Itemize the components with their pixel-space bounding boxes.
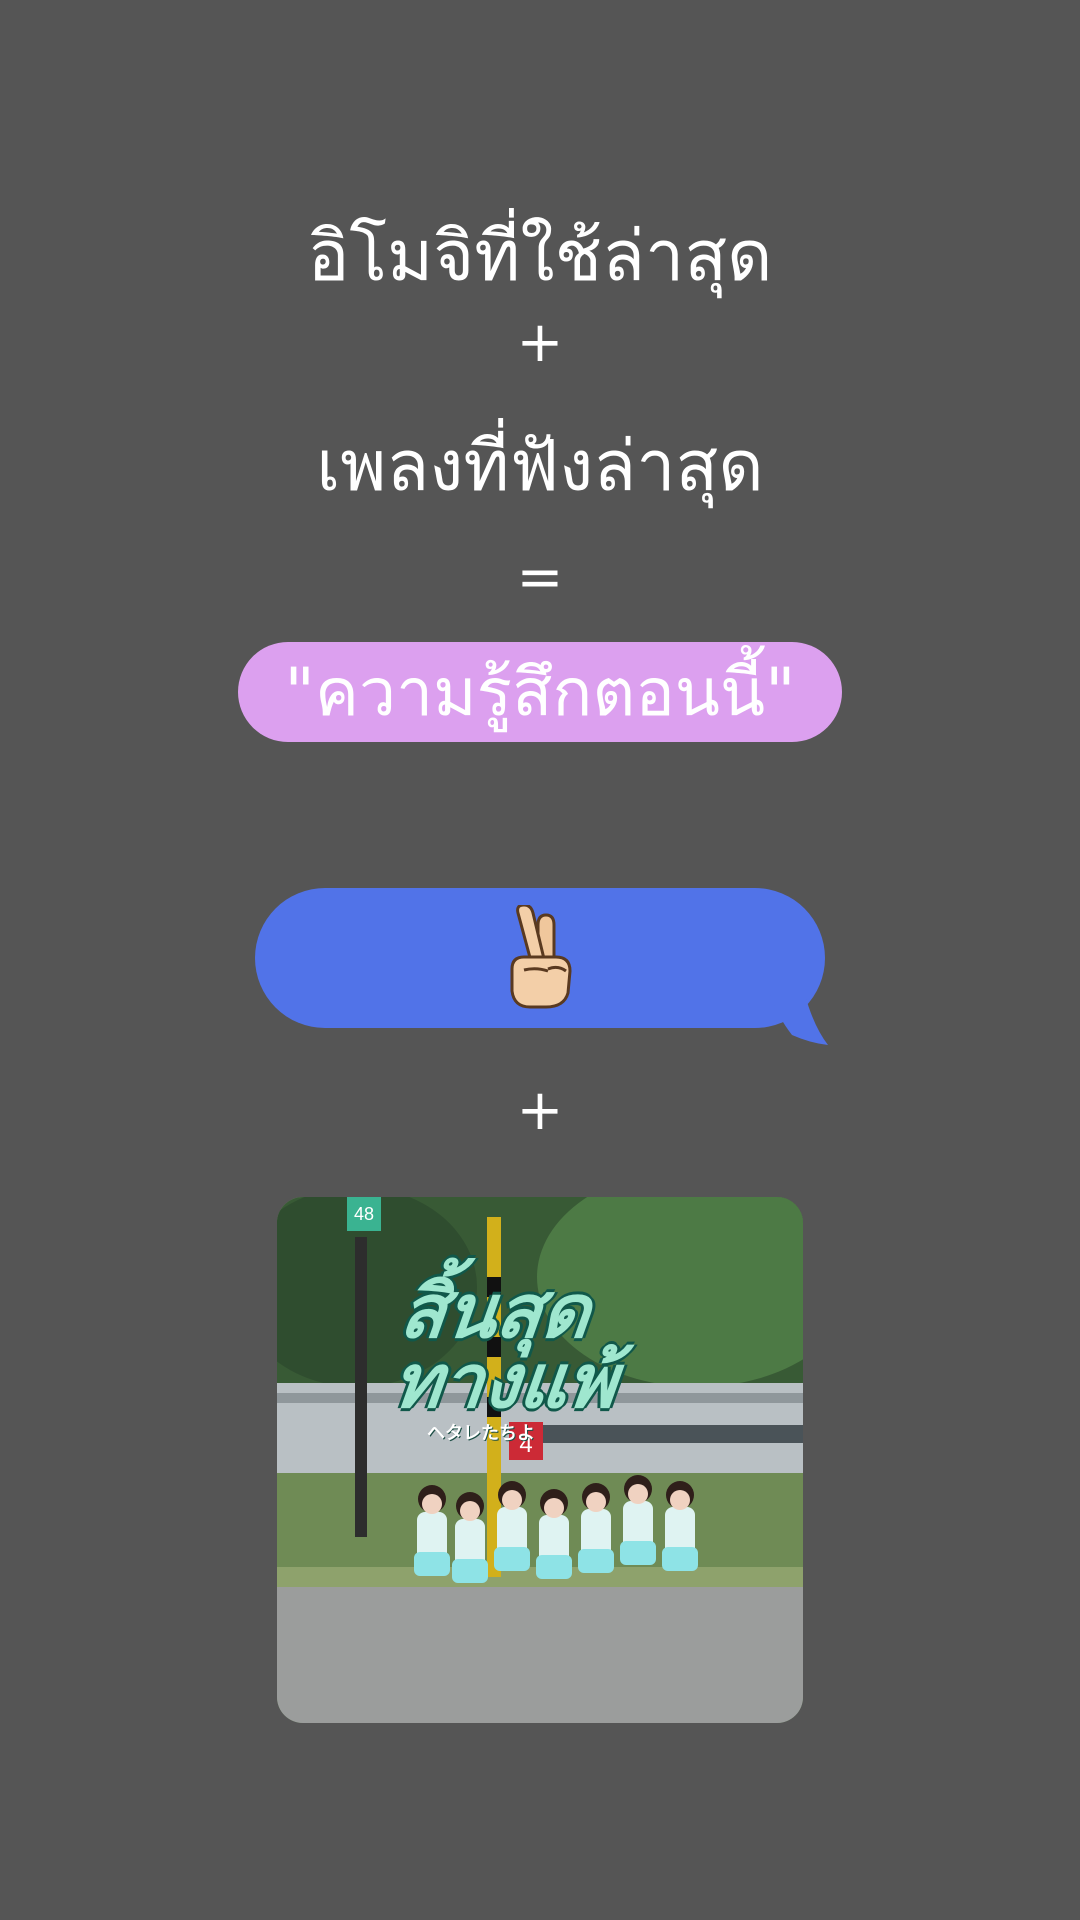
equals-sign: = [516,545,564,610]
album-title-text: สิ้นสุด ทางแพ้ [388,1269,705,1426]
victory-hand-icon [510,905,572,1009]
recent-song-caption: เพลงที่ฟังล่าสุด [316,425,764,507]
album-title-line: สิ้นสุด [396,1269,595,1355]
feeling-text: "ความรู้สึกตอนนี้" [284,653,796,731]
plus-sign-2: + [516,1078,564,1143]
album-title-line: ทางแพ้ [388,1339,621,1426]
recent-emoji-caption: อิโมจิที่ใช้ล่าสุด [307,215,773,297]
plus-sign-1: + [516,310,564,375]
album-subtitle: ヘタレたちよ [427,1423,535,1444]
chat-bubble-tail [770,995,828,1045]
album-badge: 48 [353,1203,375,1224]
album-cover[interactable]: 4 สิ้นสุด ทางแพ้ ヘタレたちよ 48 [277,1197,803,1723]
feeling-pill: "ความรู้สึกตอนนี้" [238,642,842,742]
album-title: สิ้นสุด ทางแพ้ [388,1269,705,1426]
